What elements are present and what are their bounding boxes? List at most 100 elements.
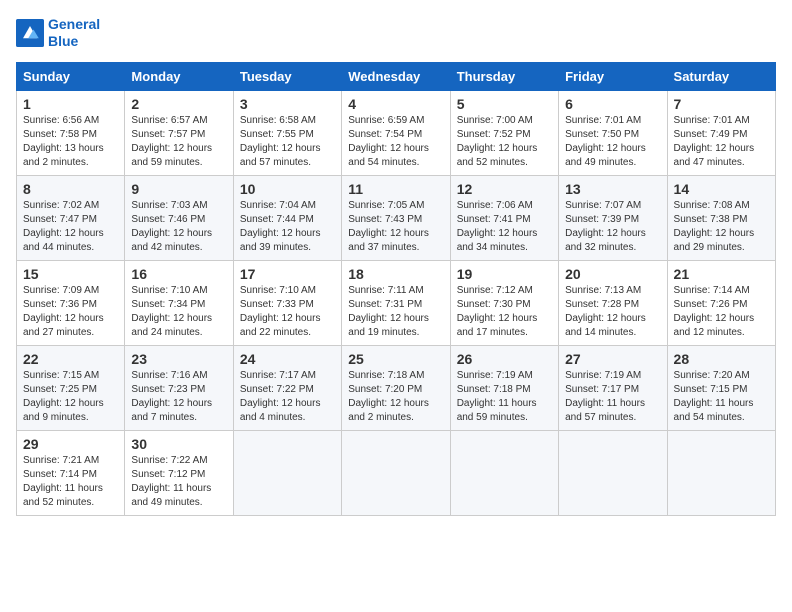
calendar-cell: 11 Sunrise: 7:05 AMSunset: 7:43 PMDaylig… [342,175,450,260]
day-number: 26 [457,351,552,367]
day-info: Sunrise: 7:04 AMSunset: 7:44 PMDaylight:… [240,199,335,255]
day-info: Sunrise: 7:18 AMSunset: 7:20 PMDaylight:… [348,369,443,425]
day-number: 2 [131,96,226,112]
day-number: 18 [348,266,443,282]
calendar-cell: 20 Sunrise: 7:13 AMSunset: 7:28 PMDaylig… [559,260,667,345]
day-info: Sunrise: 7:01 AMSunset: 7:49 PMDaylight:… [674,114,769,170]
day-info: Sunrise: 7:03 AMSunset: 7:46 PMDaylight:… [131,199,226,255]
calendar-cell: 15 Sunrise: 7:09 AMSunset: 7:36 PMDaylig… [17,260,125,345]
day-number: 28 [674,351,769,367]
day-number: 16 [131,266,226,282]
calendar-week-row: 22 Sunrise: 7:15 AMSunset: 7:25 PMDaylig… [17,345,776,430]
day-number: 14 [674,181,769,197]
day-number: 24 [240,351,335,367]
calendar-cell: 2 Sunrise: 6:57 AMSunset: 7:57 PMDayligh… [125,90,233,175]
calendar-cell: 19 Sunrise: 7:12 AMSunset: 7:30 PMDaylig… [450,260,558,345]
calendar-week-row: 15 Sunrise: 7:09 AMSunset: 7:36 PMDaylig… [17,260,776,345]
day-number: 12 [457,181,552,197]
day-number: 25 [348,351,443,367]
day-number: 10 [240,181,335,197]
day-number: 5 [457,96,552,112]
day-number: 17 [240,266,335,282]
calendar-week-row: 8 Sunrise: 7:02 AMSunset: 7:47 PMDayligh… [17,175,776,260]
day-number: 29 [23,436,118,452]
weekday-header: Saturday [667,62,775,90]
day-number: 20 [565,266,660,282]
calendar-week-row: 1 Sunrise: 6:56 AMSunset: 7:58 PMDayligh… [17,90,776,175]
weekday-header: Thursday [450,62,558,90]
day-info: Sunrise: 6:59 AMSunset: 7:54 PMDaylight:… [348,114,443,170]
day-info: Sunrise: 7:07 AMSunset: 7:39 PMDaylight:… [565,199,660,255]
day-number: 23 [131,351,226,367]
day-number: 4 [348,96,443,112]
day-number: 1 [23,96,118,112]
calendar-cell: 17 Sunrise: 7:10 AMSunset: 7:33 PMDaylig… [233,260,341,345]
logo-icon [16,19,44,47]
weekday-header: Sunday [17,62,125,90]
calendar-cell: 24 Sunrise: 7:17 AMSunset: 7:22 PMDaylig… [233,345,341,430]
day-info: Sunrise: 7:00 AMSunset: 7:52 PMDaylight:… [457,114,552,170]
day-info: Sunrise: 7:19 AMSunset: 7:18 PMDaylight:… [457,369,552,425]
day-number: 27 [565,351,660,367]
weekday-header: Monday [125,62,233,90]
day-info: Sunrise: 7:08 AMSunset: 7:38 PMDaylight:… [674,199,769,255]
calendar-cell: 5 Sunrise: 7:00 AMSunset: 7:52 PMDayligh… [450,90,558,175]
day-info: Sunrise: 7:22 AMSunset: 7:12 PMDaylight:… [131,454,226,510]
day-info: Sunrise: 7:01 AMSunset: 7:50 PMDaylight:… [565,114,660,170]
calendar-cell: 23 Sunrise: 7:16 AMSunset: 7:23 PMDaylig… [125,345,233,430]
calendar-cell: 30 Sunrise: 7:22 AMSunset: 7:12 PMDaylig… [125,430,233,515]
calendar-cell: 28 Sunrise: 7:20 AMSunset: 7:15 PMDaylig… [667,345,775,430]
day-info: Sunrise: 6:58 AMSunset: 7:55 PMDaylight:… [240,114,335,170]
calendar-cell: 14 Sunrise: 7:08 AMSunset: 7:38 PMDaylig… [667,175,775,260]
day-number: 21 [674,266,769,282]
day-info: Sunrise: 7:06 AMSunset: 7:41 PMDaylight:… [457,199,552,255]
weekday-header: Tuesday [233,62,341,90]
calendar-cell: 7 Sunrise: 7:01 AMSunset: 7:49 PMDayligh… [667,90,775,175]
calendar-cell: 25 Sunrise: 7:18 AMSunset: 7:20 PMDaylig… [342,345,450,430]
calendar-cell: 18 Sunrise: 7:11 AMSunset: 7:31 PMDaylig… [342,260,450,345]
calendar-cell: 27 Sunrise: 7:19 AMSunset: 7:17 PMDaylig… [559,345,667,430]
day-info: Sunrise: 7:10 AMSunset: 7:33 PMDaylight:… [240,284,335,340]
day-number: 30 [131,436,226,452]
day-number: 11 [348,181,443,197]
day-number: 19 [457,266,552,282]
calendar-cell: 12 Sunrise: 7:06 AMSunset: 7:41 PMDaylig… [450,175,558,260]
calendar-cell: 16 Sunrise: 7:10 AMSunset: 7:34 PMDaylig… [125,260,233,345]
day-info: Sunrise: 7:17 AMSunset: 7:22 PMDaylight:… [240,369,335,425]
day-info: Sunrise: 7:15 AMSunset: 7:25 PMDaylight:… [23,369,118,425]
day-number: 6 [565,96,660,112]
calendar-cell: 4 Sunrise: 6:59 AMSunset: 7:54 PMDayligh… [342,90,450,175]
calendar-cell [450,430,558,515]
page-header: General Blue [16,16,776,50]
calendar-cell: 6 Sunrise: 7:01 AMSunset: 7:50 PMDayligh… [559,90,667,175]
day-number: 7 [674,96,769,112]
calendar-cell: 26 Sunrise: 7:19 AMSunset: 7:18 PMDaylig… [450,345,558,430]
day-number: 9 [131,181,226,197]
day-info: Sunrise: 7:05 AMSunset: 7:43 PMDaylight:… [348,199,443,255]
calendar-cell [342,430,450,515]
calendar-cell: 13 Sunrise: 7:07 AMSunset: 7:39 PMDaylig… [559,175,667,260]
calendar-cell: 10 Sunrise: 7:04 AMSunset: 7:44 PMDaylig… [233,175,341,260]
day-info: Sunrise: 7:14 AMSunset: 7:26 PMDaylight:… [674,284,769,340]
day-number: 22 [23,351,118,367]
calendar-cell [233,430,341,515]
day-info: Sunrise: 7:11 AMSunset: 7:31 PMDaylight:… [348,284,443,340]
day-info: Sunrise: 7:21 AMSunset: 7:14 PMDaylight:… [23,454,118,510]
day-info: Sunrise: 7:19 AMSunset: 7:17 PMDaylight:… [565,369,660,425]
calendar-cell [559,430,667,515]
calendar-cell: 9 Sunrise: 7:03 AMSunset: 7:46 PMDayligh… [125,175,233,260]
day-info: Sunrise: 7:10 AMSunset: 7:34 PMDaylight:… [131,284,226,340]
day-info: Sunrise: 7:13 AMSunset: 7:28 PMDaylight:… [565,284,660,340]
calendar-cell: 1 Sunrise: 6:56 AMSunset: 7:58 PMDayligh… [17,90,125,175]
logo-text: General Blue [48,16,100,50]
day-info: Sunrise: 6:56 AMSunset: 7:58 PMDaylight:… [23,114,118,170]
calendar-cell: 8 Sunrise: 7:02 AMSunset: 7:47 PMDayligh… [17,175,125,260]
calendar-cell: 3 Sunrise: 6:58 AMSunset: 7:55 PMDayligh… [233,90,341,175]
calendar-table: SundayMondayTuesdayWednesdayThursdayFrid… [16,62,776,516]
day-number: 8 [23,181,118,197]
day-info: Sunrise: 6:57 AMSunset: 7:57 PMDaylight:… [131,114,226,170]
day-info: Sunrise: 7:02 AMSunset: 7:47 PMDaylight:… [23,199,118,255]
logo: General Blue [16,16,100,50]
calendar-cell: 22 Sunrise: 7:15 AMSunset: 7:25 PMDaylig… [17,345,125,430]
day-number: 3 [240,96,335,112]
